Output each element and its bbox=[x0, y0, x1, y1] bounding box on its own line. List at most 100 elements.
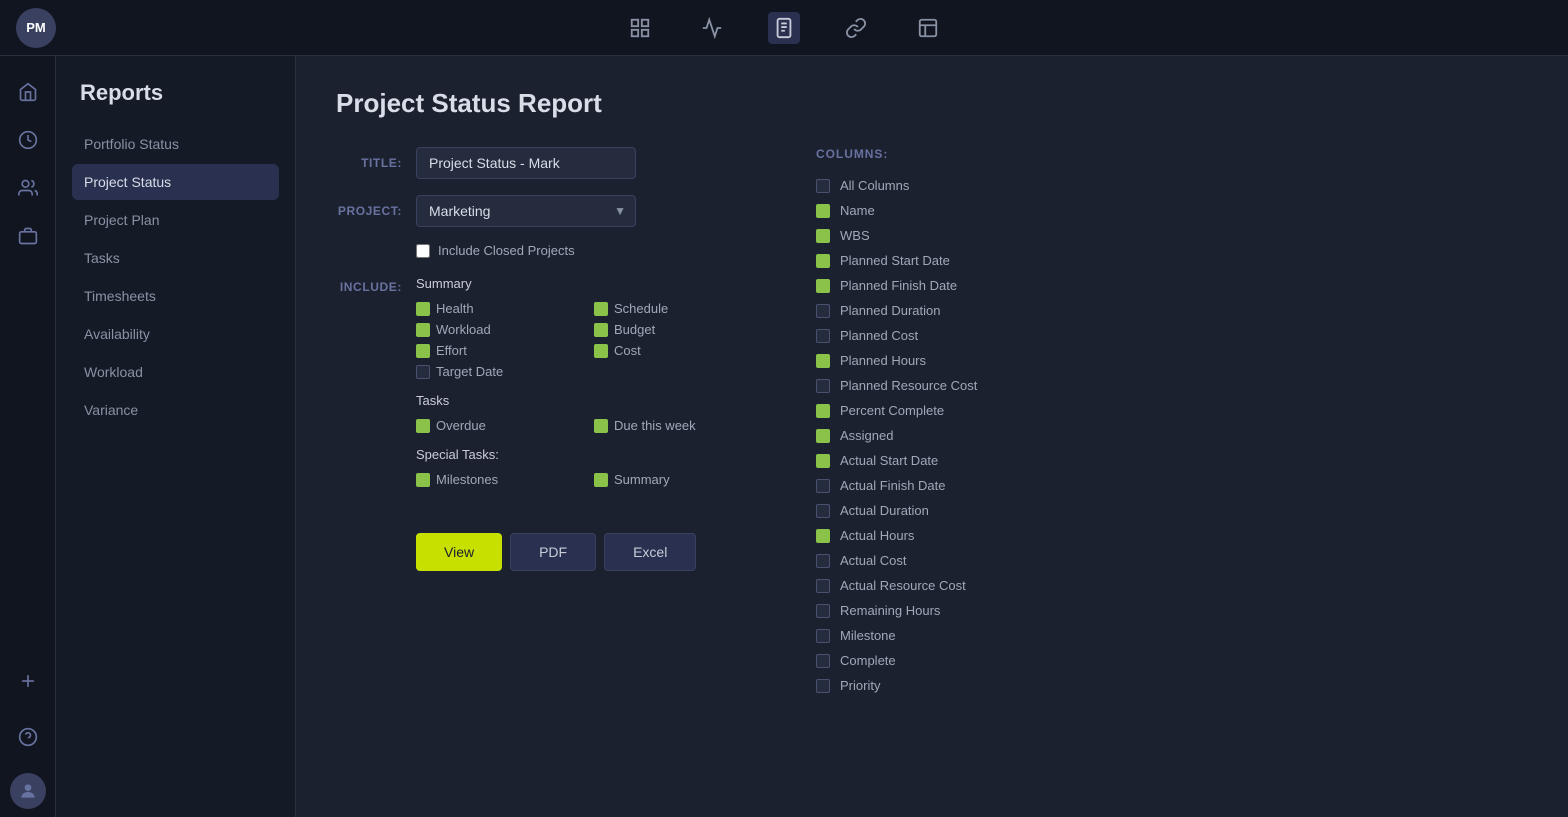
column-item[interactable]: Planned Finish Date bbox=[816, 273, 1520, 298]
project-select[interactable]: MarketingDevelopmentDesignOperations bbox=[416, 195, 636, 227]
title-input[interactable] bbox=[416, 147, 636, 179]
column-item[interactable]: Percent Complete bbox=[816, 398, 1520, 423]
unchecked-column-checkbox[interactable] bbox=[816, 629, 830, 643]
unchecked-column-checkbox[interactable] bbox=[816, 579, 830, 593]
title-label: TITLE: bbox=[336, 156, 416, 170]
cb-item[interactable]: Budget bbox=[594, 322, 756, 337]
pulse-icon[interactable] bbox=[696, 12, 728, 44]
search-icon[interactable] bbox=[624, 12, 656, 44]
column-label: Actual Start Date bbox=[840, 453, 938, 468]
nav-item-availability[interactable]: Availability bbox=[72, 316, 279, 352]
column-item[interactable]: Actual Finish Date bbox=[816, 473, 1520, 498]
checked-checkbox[interactable] bbox=[594, 323, 608, 337]
view-button[interactable]: View bbox=[416, 533, 502, 571]
checked-checkbox[interactable] bbox=[594, 419, 608, 433]
nav-item-timesheets[interactable]: Timesheets bbox=[72, 278, 279, 314]
column-item[interactable]: WBS bbox=[816, 223, 1520, 248]
checked-checkbox[interactable] bbox=[416, 323, 430, 337]
include-closed-checkbox[interactable] bbox=[416, 244, 430, 258]
nav-item-project-plan[interactable]: Project Plan bbox=[72, 202, 279, 238]
cb-item[interactable]: Health bbox=[416, 301, 578, 316]
pdf-button[interactable]: PDF bbox=[510, 533, 596, 571]
unchecked-column-checkbox[interactable] bbox=[816, 179, 830, 193]
cb-item[interactable]: Cost bbox=[594, 343, 756, 358]
unchecked-column-checkbox[interactable] bbox=[816, 679, 830, 693]
cb-item[interactable]: Schedule bbox=[594, 301, 756, 316]
cb-item[interactable]: Summary bbox=[594, 472, 756, 487]
help-button[interactable] bbox=[8, 717, 48, 757]
checked-checkbox[interactable] bbox=[416, 344, 430, 358]
clipboard-icon[interactable] bbox=[768, 12, 800, 44]
checked-column-checkbox[interactable] bbox=[816, 254, 830, 268]
checked-column-checkbox[interactable] bbox=[816, 229, 830, 243]
add-button[interactable] bbox=[8, 661, 48, 701]
briefcase-icon[interactable] bbox=[8, 216, 48, 256]
cb-item[interactable]: Target Date bbox=[416, 364, 578, 379]
column-label: Planned Start Date bbox=[840, 253, 950, 268]
checked-checkbox[interactable] bbox=[594, 344, 608, 358]
column-item[interactable]: Planned Cost bbox=[816, 323, 1520, 348]
column-item[interactable]: Actual Cost bbox=[816, 548, 1520, 573]
checked-checkbox[interactable] bbox=[416, 419, 430, 433]
unchecked-column-checkbox[interactable] bbox=[816, 604, 830, 618]
clock-icon[interactable] bbox=[8, 120, 48, 160]
cb-item[interactable]: Workload bbox=[416, 322, 578, 337]
column-item[interactable]: Assigned bbox=[816, 423, 1520, 448]
column-item[interactable]: Remaining Hours bbox=[816, 598, 1520, 623]
columns-label: COLUMNS: bbox=[816, 147, 1528, 161]
app-logo[interactable]: PM bbox=[16, 8, 56, 48]
avatar[interactable] bbox=[10, 773, 46, 809]
checked-checkbox[interactable] bbox=[594, 302, 608, 316]
column-item[interactable]: Planned Start Date bbox=[816, 248, 1520, 273]
cb-item[interactable]: Effort bbox=[416, 343, 578, 358]
checked-checkbox[interactable] bbox=[416, 302, 430, 316]
unchecked-column-checkbox[interactable] bbox=[816, 479, 830, 493]
checkbox-label: Overdue bbox=[436, 418, 486, 433]
checked-column-checkbox[interactable] bbox=[816, 454, 830, 468]
unchecked-column-checkbox[interactable] bbox=[816, 379, 830, 393]
column-item[interactable]: Complete bbox=[816, 648, 1520, 673]
checked-checkbox[interactable] bbox=[416, 473, 430, 487]
checked-checkbox[interactable] bbox=[594, 473, 608, 487]
cb-item[interactable]: Milestones bbox=[416, 472, 578, 487]
layout-icon[interactable] bbox=[912, 12, 944, 44]
people-icon[interactable] bbox=[8, 168, 48, 208]
nav-item-portfolio-status[interactable]: Portfolio Status bbox=[72, 126, 279, 162]
column-item[interactable]: Planned Duration bbox=[816, 298, 1520, 323]
unchecked-checkbox[interactable] bbox=[416, 365, 430, 379]
unchecked-column-checkbox[interactable] bbox=[816, 329, 830, 343]
special-tasks-subtitle: Special Tasks: bbox=[416, 447, 756, 462]
column-item[interactable]: Milestone bbox=[816, 623, 1520, 648]
column-item[interactable]: All Columns bbox=[816, 173, 1520, 198]
checkbox-label: Workload bbox=[436, 322, 491, 337]
checked-column-checkbox[interactable] bbox=[816, 354, 830, 368]
column-item[interactable]: Actual Start Date bbox=[816, 448, 1520, 473]
checked-column-checkbox[interactable] bbox=[816, 404, 830, 418]
column-item[interactable]: Planned Hours bbox=[816, 348, 1520, 373]
column-item[interactable]: Actual Resource Cost bbox=[816, 573, 1520, 598]
unchecked-column-checkbox[interactable] bbox=[816, 504, 830, 518]
cb-item[interactable]: Due this week bbox=[594, 418, 756, 433]
column-label: Percent Complete bbox=[840, 403, 944, 418]
link-icon[interactable] bbox=[840, 12, 872, 44]
unchecked-column-checkbox[interactable] bbox=[816, 654, 830, 668]
column-item[interactable]: Name bbox=[816, 198, 1520, 223]
checked-column-checkbox[interactable] bbox=[816, 529, 830, 543]
unchecked-column-checkbox[interactable] bbox=[816, 304, 830, 318]
cb-item[interactable]: Overdue bbox=[416, 418, 578, 433]
column-item[interactable]: Actual Hours bbox=[816, 523, 1520, 548]
nav-item-project-status[interactable]: Project Status bbox=[72, 164, 279, 200]
nav-item-variance[interactable]: Variance bbox=[72, 392, 279, 428]
checked-column-checkbox[interactable] bbox=[816, 204, 830, 218]
excel-button[interactable]: Excel bbox=[604, 533, 696, 571]
column-item[interactable]: Planned Resource Cost bbox=[816, 373, 1520, 398]
checked-column-checkbox[interactable] bbox=[816, 279, 830, 293]
checked-column-checkbox[interactable] bbox=[816, 429, 830, 443]
unchecked-column-checkbox[interactable] bbox=[816, 554, 830, 568]
column-item[interactable]: Priority bbox=[816, 673, 1520, 698]
nav-item-workload[interactable]: Workload bbox=[72, 354, 279, 390]
column-item[interactable]: Actual Duration bbox=[816, 498, 1520, 523]
nav-item-tasks[interactable]: Tasks bbox=[72, 240, 279, 276]
columns-list: All ColumnsNameWBS Planned Start Date Plan… bbox=[816, 173, 1528, 698]
home-icon[interactable] bbox=[8, 72, 48, 112]
